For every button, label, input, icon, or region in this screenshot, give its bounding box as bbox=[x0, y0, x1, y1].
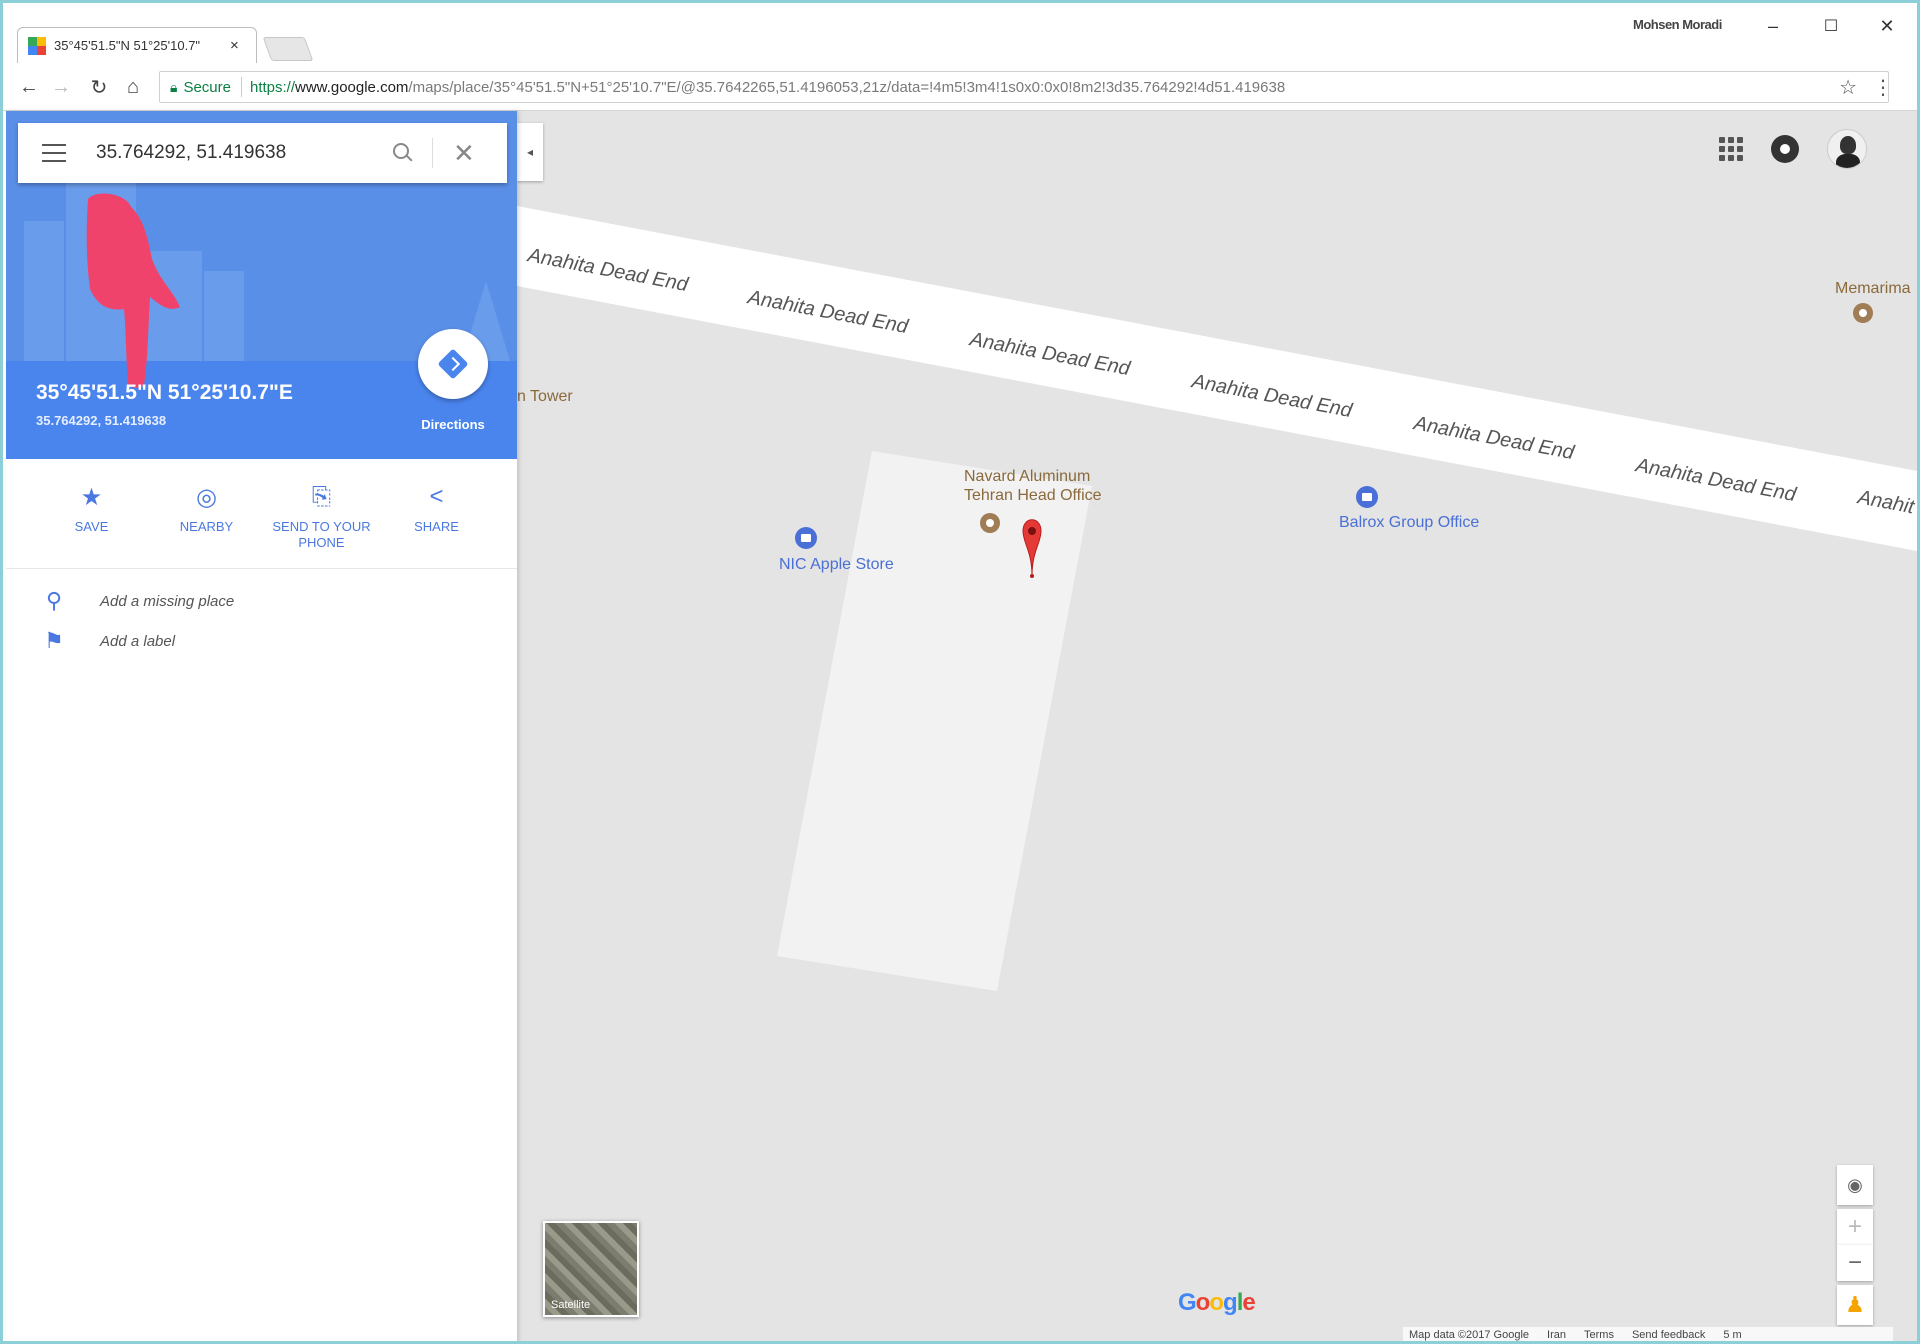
tab-title: 35°45'51.5"N 51°25'10.7" bbox=[54, 38, 201, 53]
clear-search-icon[interactable]: ✕ bbox=[453, 138, 475, 169]
forward-arrow-icon[interactable]: → bbox=[47, 73, 75, 101]
back-arrow-icon[interactable]: ← bbox=[15, 73, 43, 101]
add-label-label: Add a label bbox=[100, 632, 176, 650]
search-input[interactable] bbox=[96, 142, 386, 164]
nearby-label: NEARBY bbox=[179, 519, 234, 534]
poi-label-tower[interactable]: n Tower bbox=[517, 388, 573, 405]
save-button[interactable]: ★ SAVE bbox=[34, 459, 149, 568]
poi-label-nic[interactable]: NIC Apple Store bbox=[779, 556, 894, 573]
city-illustration bbox=[204, 271, 244, 371]
add-label-item[interactable]: ⚑ Add a label bbox=[6, 621, 517, 661]
url-host: www.google.com bbox=[295, 78, 409, 96]
collapse-panel-button[interactable]: ◂ bbox=[517, 123, 543, 181]
lock-icon: 🔒︎ bbox=[170, 78, 178, 95]
logo-letter: g bbox=[1223, 1289, 1238, 1316]
save-label: SAVE bbox=[74, 519, 109, 534]
building-footprint bbox=[777, 451, 1092, 991]
satellite-toggle[interactable]: Satellite bbox=[543, 1221, 639, 1317]
add-place-icon: ⚲ bbox=[45, 588, 63, 613]
map-footer: Map data ©2017 Google Iran Terms Send fe… bbox=[1403, 1327, 1893, 1341]
shopping-poi-icon[interactable] bbox=[1356, 486, 1378, 508]
search-icon[interactable] bbox=[392, 142, 414, 164]
address-bar[interactable]: 🔒︎ Secure https:// www.google.com /maps/… bbox=[159, 71, 1889, 103]
maps-favicon-icon bbox=[28, 36, 46, 55]
place-title: 35°45'51.5"N 51°25'10.7"E bbox=[36, 381, 293, 404]
title-bar: 35°45'51.5"N 51°25'10.7" × Mohsen Moradi… bbox=[3, 3, 1917, 63]
zoom-in-button[interactable]: + bbox=[1837, 1209, 1873, 1245]
my-location-icon[interactable]: ◉ bbox=[1837, 1165, 1873, 1205]
map-data-credit: Map data ©2017 Google bbox=[1409, 1329, 1530, 1341]
home-icon[interactable]: ⌂ bbox=[119, 73, 147, 101]
close-window-button[interactable]: ✕ bbox=[1867, 11, 1907, 41]
browser-toolbar: ← → ↻ ⌂ 🔒︎ Secure https:// www.google.co… bbox=[3, 63, 1917, 111]
poi-label-balrox[interactable]: Balrox Group Office bbox=[1339, 514, 1479, 531]
browser-menu-icon[interactable]: ⋮ bbox=[1873, 75, 1893, 100]
pointing-hand-icon bbox=[86, 193, 180, 388]
directions-label[interactable]: Directions bbox=[418, 417, 488, 432]
apps-grid-icon[interactable] bbox=[1719, 137, 1743, 161]
notifications-icon[interactable] bbox=[1771, 135, 1799, 163]
search-bar: ✕ bbox=[18, 123, 507, 183]
logo-letter: o bbox=[1209, 1289, 1224, 1316]
poi-label-navard[interactable]: Navard Aluminum bbox=[964, 468, 1090, 485]
poi-marker-icon[interactable] bbox=[980, 513, 1000, 533]
map-top-controls bbox=[1719, 129, 1867, 169]
place-panel: ✕ 35°45'51.5"N 51°25'10.7"E 35.764292, 5… bbox=[6, 111, 517, 1341]
zoom-out-button[interactable]: − bbox=[1837, 1245, 1873, 1281]
minimize-button[interactable]: – bbox=[1753, 11, 1793, 41]
hamburger-menu-icon[interactable] bbox=[42, 144, 66, 162]
satellite-label: Satellite bbox=[551, 1299, 591, 1311]
scale-bar[interactable]: 5 m bbox=[1723, 1329, 1741, 1341]
shopping-poi-icon[interactable] bbox=[795, 527, 817, 549]
share-icon: < bbox=[429, 483, 444, 510]
nearby-icon: ◎ bbox=[196, 483, 217, 511]
add-missing-place-label: Add a missing place bbox=[100, 592, 235, 610]
flag-icon: ⚑ bbox=[44, 628, 64, 653]
reload-icon[interactable]: ↻ bbox=[85, 73, 113, 101]
avatar[interactable] bbox=[1827, 129, 1867, 169]
star-icon: ★ bbox=[80, 483, 103, 511]
place-hero: ✕ 35°45'51.5"N 51°25'10.7"E 35.764292, 5… bbox=[6, 111, 517, 459]
url-path: /maps/place/35°45'51.5"N+51°25'10.7"E/@3… bbox=[408, 78, 1286, 96]
profile-name[interactable]: Mohsen Moradi bbox=[1633, 17, 1722, 32]
maximize-button[interactable]: ☐ bbox=[1811, 11, 1851, 41]
share-button[interactable]: < SHARE bbox=[379, 459, 494, 568]
place-options-list: ⚲ Add a missing place ⚑ Add a label bbox=[6, 581, 517, 661]
new-tab-button[interactable] bbox=[262, 37, 314, 61]
poi-label-memarima[interactable]: Memarima bbox=[1835, 280, 1911, 297]
map-layer: Anahita Dead End Anahita Dead End Anahit… bbox=[517, 206, 1917, 991]
map-canvas[interactable]: Anahita Dead End Anahita Dead End Anahit… bbox=[517, 111, 1917, 1341]
send-to-phone-button[interactable]: ⎘ SEND TO YOUR PHONE bbox=[264, 459, 379, 568]
send-to-phone-icon: ⎘ bbox=[311, 483, 332, 510]
browser-tab[interactable]: 35°45'51.5"N 51°25'10.7" × bbox=[17, 27, 257, 63]
action-row: ★ SAVE ◎ NEARBY ⎘ SEND TO YOUR PHONE < S… bbox=[6, 459, 517, 569]
nearby-button[interactable]: ◎ NEARBY bbox=[149, 459, 264, 568]
google-logo: Google bbox=[1178, 1289, 1256, 1317]
logo-letter: G bbox=[1178, 1289, 1197, 1316]
send-to-phone-label: SEND TO YOUR PHONE bbox=[272, 519, 371, 550]
region-link[interactable]: Iran bbox=[1547, 1329, 1566, 1341]
add-missing-place-item[interactable]: ⚲ Add a missing place bbox=[6, 581, 517, 621]
feedback-link[interactable]: Send feedback bbox=[1632, 1329, 1705, 1341]
logo-letter: e bbox=[1242, 1289, 1255, 1316]
search-divider bbox=[432, 138, 433, 168]
place-subtitle: 35.764292, 51.419638 bbox=[36, 413, 167, 428]
secure-label: Secure bbox=[183, 78, 231, 96]
directions-icon bbox=[437, 348, 469, 380]
bookmark-star-icon[interactable]: ☆ bbox=[1839, 75, 1857, 100]
browser-window: 35°45'51.5"N 51°25'10.7" × Mohsen Moradi… bbox=[0, 0, 1920, 1344]
share-label: SHARE bbox=[414, 519, 459, 534]
terms-link[interactable]: Terms bbox=[1584, 1329, 1614, 1341]
poi-marker-icon[interactable] bbox=[1853, 303, 1873, 323]
pegman-icon[interactable]: ♟ bbox=[1837, 1285, 1873, 1325]
directions-button[interactable] bbox=[418, 329, 488, 399]
address-separator bbox=[240, 77, 242, 97]
poi-label-navard[interactable]: Tehran Head Office bbox=[964, 487, 1102, 504]
url-scheme: https:// bbox=[249, 78, 296, 96]
logo-letter: o bbox=[1195, 1289, 1211, 1316]
tab-close-icon[interactable]: × bbox=[230, 37, 239, 54]
city-illustration bbox=[24, 221, 64, 371]
